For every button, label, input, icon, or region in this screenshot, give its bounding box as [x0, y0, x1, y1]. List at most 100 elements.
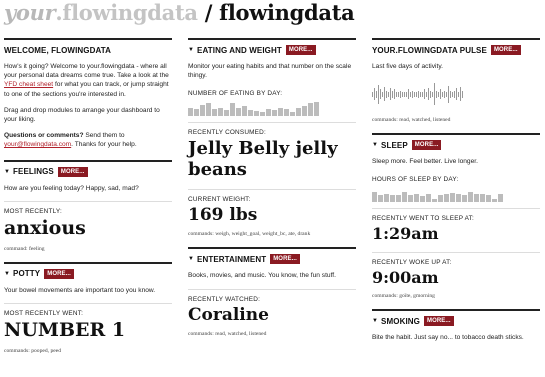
pulse-line	[374, 88, 375, 101]
smoking-module: ▼ SMOKING MORE... Bite the habit. Just say…	[372, 309, 540, 342]
pulse-desc: Last five days of activity.	[372, 63, 443, 70]
sleep-bar-chart	[372, 188, 540, 203]
potty-more-button[interactable]: MORE...	[44, 268, 74, 279]
pulse-line	[414, 91, 415, 97]
chart-bar	[308, 103, 313, 117]
sleep-went-label: RECENTLY WENT TO SLEEP AT:	[372, 208, 540, 222]
pulse-line	[396, 91, 397, 97]
entertainment-recent-label: RECENTLY WATCHED:	[188, 288, 356, 303]
chart-bar	[248, 110, 253, 117]
smoking-more-button[interactable]: MORE...	[423, 316, 454, 327]
feelings-more-button[interactable]: MORE...	[57, 166, 88, 177]
entertainment-commands: commands: read, watched, listened	[188, 331, 267, 338]
entertainment-more-button[interactable]: MORE...	[270, 254, 300, 265]
pulse-line	[382, 91, 383, 97]
eating-chart-label: NUMBER OF EATING BY DAY:	[188, 90, 283, 98]
pulse-commands: commands: read, watched, listened	[372, 117, 451, 124]
sleep-chart-label: HOURS OF SLEEP BY DAY:	[372, 176, 459, 184]
pulse-line	[384, 87, 385, 102]
email-link[interactable]: your@flowingdata.com	[4, 141, 71, 148]
pulse-line	[446, 91, 447, 97]
eating-bar-chart	[188, 102, 356, 117]
pulse-line	[402, 91, 403, 97]
eating-module: ▼ EATING AND WEIGHT MORE... Monitor your e…	[188, 38, 356, 237]
potty-recent-label: MOST RECENTLY WENT:	[4, 302, 172, 317]
chart-bar	[260, 112, 265, 117]
chart-bar	[200, 105, 205, 117]
pulse-line	[422, 91, 423, 97]
sleep-commands: commands: goïte, gmorning	[372, 293, 435, 300]
welcome-intro: How's it going? Welcome to your.flowingd…	[4, 62, 172, 99]
chart-bar	[462, 195, 467, 203]
sleep-module: ▼ SLEEP MORE... Sleep more. Feel better. L…	[372, 133, 540, 299]
chart-bar	[486, 195, 491, 203]
chart-bar	[456, 194, 461, 203]
pulse-line	[404, 91, 405, 97]
pulse-line	[380, 89, 381, 100]
eating-weight-value: 169 lbs	[188, 204, 258, 225]
column-left: WELCOME, FLOWINGDATA How's it going? Wel…	[4, 38, 172, 364]
chart-bar	[402, 192, 407, 203]
collapse-arrow-icon[interactable]: ▼	[372, 318, 378, 324]
chart-bar	[206, 103, 211, 117]
chart-bar	[302, 106, 307, 117]
pulse-line	[400, 90, 401, 98]
pulse-line	[416, 91, 417, 97]
collapse-arrow-icon[interactable]: ▼	[4, 271, 10, 277]
pulse-line	[456, 88, 457, 101]
pulse-line	[454, 90, 455, 98]
eating-commands: commands: weigh, weight_goal, weight_bc,…	[188, 231, 311, 238]
collapse-arrow-icon[interactable]: ▼	[4, 169, 10, 175]
chart-bar	[390, 195, 395, 203]
chart-bar	[230, 103, 235, 117]
pulse-line	[372, 91, 373, 97]
sleep-went-value: 1:29am	[372, 224, 439, 244]
pulse-line	[442, 91, 443, 97]
chart-bar	[212, 109, 217, 117]
pulse-more-button[interactable]: MORE...	[490, 45, 521, 55]
chart-bar	[188, 108, 193, 117]
chart-bar	[468, 192, 473, 203]
chart-bar	[278, 108, 283, 117]
feelings-title: FEELINGS	[13, 167, 54, 177]
eating-consumed-value: Jelly Belly jelly beans	[188, 138, 338, 181]
pulse-line	[458, 91, 459, 97]
pulse-line	[426, 91, 427, 97]
pulse-line	[444, 90, 445, 98]
potty-title: POTTY	[13, 269, 41, 279]
potty-recent-value: NUMBER 1	[4, 318, 126, 341]
pulse-line	[386, 90, 387, 98]
welcome-module: WELCOME, FLOWINGDATA How's it going? Wel…	[4, 38, 172, 150]
collapse-arrow-icon[interactable]: ▼	[372, 142, 378, 148]
feelings-commands: command: feeling	[4, 245, 45, 252]
eating-more-button[interactable]: MORE...	[285, 45, 316, 55]
pulse-line	[434, 83, 435, 106]
collapse-arrow-icon[interactable]: ▼	[188, 47, 194, 53]
chart-bar	[254, 111, 259, 117]
pulse-line	[406, 91, 407, 97]
feelings-module: ▼ FEELINGS MORE... How are you feeling tod…	[4, 159, 172, 252]
entertainment-desc: Books, movies, and music. You know, the …	[188, 272, 336, 280]
sleep-title: SLEEP	[381, 140, 408, 150]
collapse-arrow-icon[interactable]: ▼	[188, 256, 194, 262]
pulse-line	[448, 85, 449, 103]
feelings-recent-label: MOST RECENTLY:	[4, 200, 172, 215]
potty-module: ▼ POTTY MORE... Your bowel movements are i…	[4, 261, 172, 354]
entertainment-title: ENTERTAINMENT	[197, 254, 267, 264]
chart-bar	[480, 194, 485, 203]
eating-desc: Monitor your eating habits and that numb…	[188, 63, 352, 80]
chart-bar	[218, 108, 223, 117]
pulse-module: YOUR.FLOWINGDATA PULSE MORE... Last five …	[372, 38, 540, 123]
pulse-line	[428, 88, 429, 101]
chart-bar	[242, 106, 247, 117]
chart-bar	[408, 195, 413, 203]
entertainment-module: ▼ ENTERTAINMENT MORE... Books, movies, and…	[188, 247, 356, 337]
pulse-activity-chart	[372, 81, 540, 107]
sleep-more-button[interactable]: MORE...	[411, 140, 442, 151]
cheat-sheet-link[interactable]: YFD cheat sheet	[4, 81, 53, 88]
chart-bar	[290, 112, 295, 117]
chart-bar	[492, 199, 497, 203]
chart-bar	[474, 194, 479, 203]
chart-bar	[444, 194, 449, 203]
pulse-line	[450, 90, 451, 98]
